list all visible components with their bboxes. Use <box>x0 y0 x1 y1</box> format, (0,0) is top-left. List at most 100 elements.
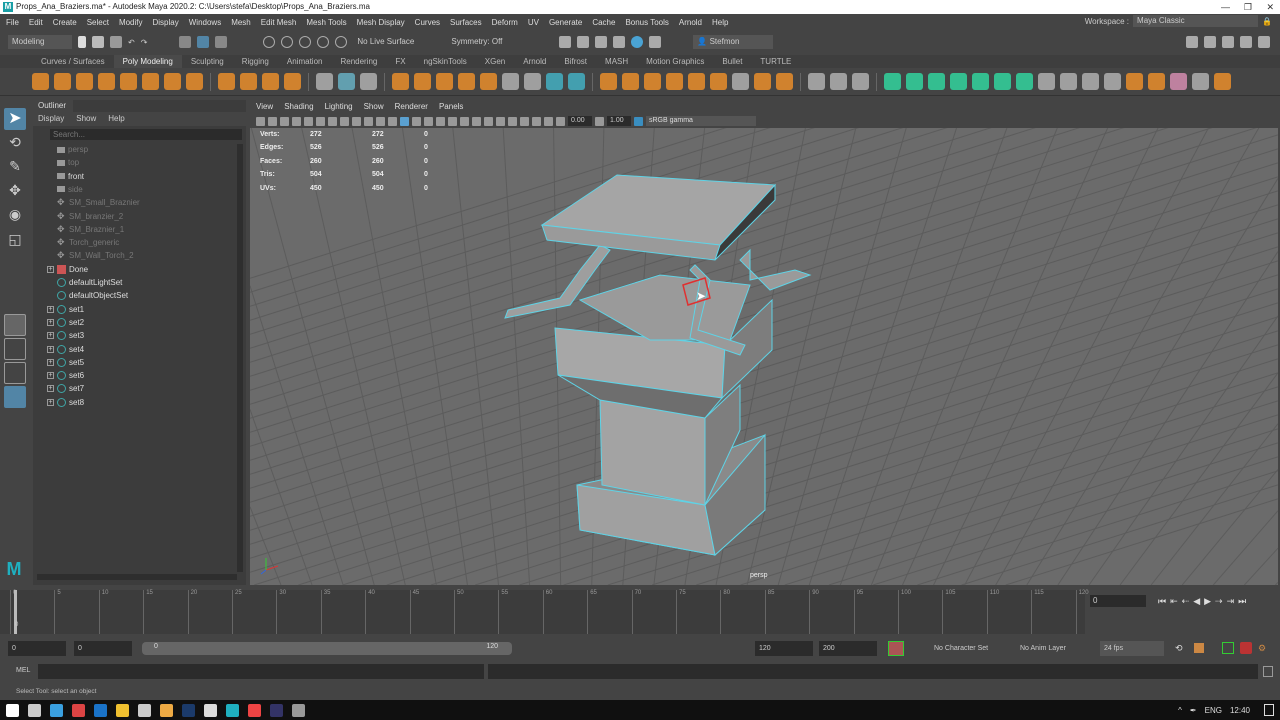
delete-edge-icon[interactable] <box>732 73 749 90</box>
lasso-tool-icon[interactable]: ⟲ <box>4 134 26 156</box>
cube-icon[interactable] <box>54 73 71 90</box>
modeling-toolkit-icon[interactable] <box>1186 36 1198 48</box>
language-indicator[interactable]: ENG <box>1205 706 1222 715</box>
isolate-select-icon[interactable] <box>520 116 529 126</box>
gamma-icon[interactable] <box>595 116 604 126</box>
anim-start-field[interactable]: 0 <box>74 641 132 656</box>
app-3-icon[interactable] <box>204 703 217 717</box>
auto-map-icon[interactable] <box>906 73 923 90</box>
paint-select-tool-icon[interactable]: ✎ <box>4 158 26 180</box>
move-tool-icon[interactable]: ✥ <box>4 182 26 204</box>
knife-icon[interactable] <box>852 73 869 90</box>
menu-file[interactable]: File <box>6 18 19 27</box>
menu-help[interactable]: Help <box>712 18 728 27</box>
torus-icon[interactable] <box>120 73 137 90</box>
new-scene-icon[interactable] <box>78 36 86 48</box>
menu-bonus-tools[interactable]: Bonus Tools <box>625 18 668 27</box>
outliner-menu-help[interactable]: Help <box>108 112 124 126</box>
xgen-icon[interactable] <box>502 73 519 90</box>
film-gate-icon[interactable] <box>316 116 325 126</box>
shelf-tab-motion-graphics[interactable]: Motion Graphics <box>637 55 713 68</box>
menu-windows[interactable]: Windows <box>189 18 221 27</box>
outliner-item[interactable]: + Done <box>47 263 88 276</box>
undo-icon[interactable]: ↶ <box>128 38 135 47</box>
remesh-icon[interactable] <box>458 73 475 90</box>
merge-icon[interactable] <box>710 73 727 90</box>
outliner-menu-show[interactable]: Show <box>76 112 96 126</box>
outliner-search-input[interactable]: Search... <box>50 129 242 140</box>
sound-icon[interactable] <box>1222 642 1234 654</box>
safe-action-icon[interactable] <box>364 116 373 126</box>
append-icon[interactable] <box>644 73 661 90</box>
mel-label[interactable]: MEL <box>16 667 30 674</box>
camera-select-icon[interactable] <box>256 116 265 126</box>
freeze-icon[interactable] <box>1148 73 1165 90</box>
notifications-icon[interactable] <box>1264 704 1274 716</box>
wedge-icon[interactable] <box>666 73 683 90</box>
outliner-item[interactable]: persp <box>57 143 88 156</box>
collapse-icon[interactable] <box>776 73 793 90</box>
exposure-field[interactable]: 0.00 <box>568 116 592 126</box>
xray-active-icon[interactable] <box>532 116 541 126</box>
attribute-editor-icon[interactable] <box>1222 36 1234 48</box>
svg-icon[interactable] <box>284 73 301 90</box>
layout-icon[interactable] <box>1060 73 1077 90</box>
poke-icon[interactable] <box>688 73 705 90</box>
start-time-field[interactable]: 0 <box>8 641 66 656</box>
outliner-item[interactable]: front <box>57 170 84 183</box>
anim-layer-dropdown[interactable]: No Anim Layer <box>1016 641 1086 656</box>
end-time-field[interactable]: 120 <box>755 641 813 656</box>
planar-map-icon[interactable] <box>884 73 901 90</box>
range-bar[interactable]: 0 120 <box>142 642 512 655</box>
minimize-button[interactable]: — <box>1221 0 1230 14</box>
menu-curves[interactable]: Curves <box>415 18 440 27</box>
menu-edit-mesh[interactable]: Edit Mesh <box>261 18 297 27</box>
arnold-render-icon[interactable] <box>649 36 662 48</box>
select-hierarchy-icon[interactable] <box>179 36 192 48</box>
outliner-item[interactable]: ✥ Torch_generic <box>57 236 119 249</box>
evaluation-icon[interactable] <box>1240 642 1252 654</box>
outliner-item[interactable]: + set1 <box>47 303 84 316</box>
play-forwards-icon[interactable]: ▶ <box>1204 596 1211 607</box>
outliner-item[interactable]: + set4 <box>47 343 84 356</box>
expand-icon[interactable]: + <box>47 318 54 326</box>
viewport-persp[interactable]: ➤ View Shading Lighting Show Renderer Panels … <box>250 100 1278 585</box>
outliner-item[interactable]: defaultObjectSet <box>57 289 128 302</box>
menu-modify[interactable]: Modify <box>119 18 143 27</box>
loop-icon[interactable]: ⟲ <box>1175 643 1183 654</box>
safe-title-icon[interactable] <box>376 116 385 126</box>
center-pivot-icon[interactable] <box>1126 73 1143 90</box>
outliner-item[interactable]: side <box>57 183 83 196</box>
shelf-tab-animation[interactable]: Animation <box>278 55 332 68</box>
motion-blur-icon[interactable] <box>496 116 505 126</box>
app-1-icon[interactable] <box>138 703 151 717</box>
default-material-icon[interactable] <box>412 116 421 126</box>
plane-icon[interactable] <box>142 73 159 90</box>
cache-playback-icon[interactable] <box>1194 643 1204 653</box>
retopo-icon[interactable] <box>480 73 497 90</box>
shelf-tab-bifrost[interactable]: Bifrost <box>555 55 596 68</box>
redo-icon[interactable]: ↷ <box>141 38 148 47</box>
shelf-tab-bullet[interactable]: Bullet <box>713 55 751 68</box>
cylindrical-map-icon[interactable] <box>928 73 945 90</box>
outliner-item[interactable]: top <box>57 156 79 169</box>
file-explorer-icon[interactable] <box>116 703 129 717</box>
sweep-icon[interactable] <box>240 73 257 90</box>
select-tool-icon[interactable]: ➤ <box>4 108 26 130</box>
maya-icon[interactable] <box>226 703 239 717</box>
mel-input[interactable] <box>38 664 484 679</box>
scale-tool-icon[interactable]: ◱ <box>4 231 26 253</box>
bevel-icon[interactable] <box>622 73 639 90</box>
outliner-item[interactable]: ✥ SM_Braznier_1 <box>57 223 124 236</box>
separate-icon[interactable] <box>338 73 355 90</box>
outliner-item[interactable]: + set5 <box>47 356 84 369</box>
sew-uv-icon[interactable] <box>1016 73 1033 90</box>
shelf-tab-mash[interactable]: MASH <box>596 55 637 68</box>
two-view-layout-icon[interactable] <box>4 362 26 384</box>
pen-icon[interactable]: ✒ <box>1190 706 1197 715</box>
combine-icon[interactable] <box>316 73 333 90</box>
menu-deform[interactable]: Deform <box>492 18 518 27</box>
texel-icon[interactable] <box>1104 73 1121 90</box>
ipr-render-icon[interactable] <box>595 36 608 48</box>
multi-cut-icon[interactable] <box>808 73 825 90</box>
